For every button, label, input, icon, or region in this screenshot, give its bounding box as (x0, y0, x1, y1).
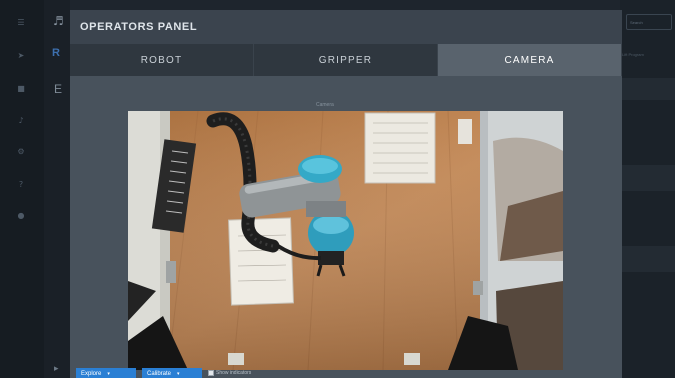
explore-button[interactable]: Explore ▾ (76, 368, 136, 378)
checkbox[interactable] (208, 370, 214, 376)
camera-feed (128, 111, 563, 370)
chevron-down-icon: ▾ (107, 371, 110, 377)
chevron-right-icon[interactable]: ▸ (54, 364, 64, 374)
calibrate-button[interactable]: Calibrate ▾ (142, 368, 202, 378)
panel-header: ♬ OPERATORS PANEL (53, 10, 622, 44)
arrow-icon[interactable]: ➤ (14, 50, 28, 60)
camera-caption: Camera (316, 102, 334, 108)
background-row (620, 246, 675, 272)
calibrate-button-label: Calibrate (147, 371, 172, 377)
app-window: ☰ ➤ ■ ♪ ⚙ ? ● R E ▸ Search Lift Program … (0, 0, 675, 378)
tab-bar: ROBOT GRIPPER CAMERA (70, 44, 622, 76)
background-row (620, 78, 675, 100)
show-indicators-toggle[interactable]: Show indicators (208, 368, 251, 378)
gear-icon[interactable]: ⚙ (14, 146, 28, 156)
checkbox-label: Show indicators (216, 370, 252, 376)
background-row (620, 165, 675, 191)
lock-icon[interactable]: ● (14, 210, 28, 220)
side-rail: ☰ ➤ ■ ♪ ⚙ ? ● (0, 0, 44, 378)
background-letter: R (52, 47, 60, 59)
search-input[interactable]: Search (626, 14, 672, 30)
tab-camera[interactable]: CAMERA (438, 44, 622, 76)
chevron-down-icon: ▾ (177, 371, 180, 377)
menu-icon[interactable]: ☰ (14, 17, 28, 27)
explore-button-label: Explore (81, 371, 102, 377)
operators-panel: ♬ OPERATORS PANEL ROBOT GRIPPER CAMERA C… (53, 10, 622, 378)
tab-robot[interactable]: ROBOT (70, 44, 254, 76)
background-label: Lift Program (622, 52, 644, 57)
panel-title: OPERATORS PANEL (80, 21, 198, 33)
panel-footer: Explore ▾ Calibrate ▾ Show indicators (70, 368, 622, 378)
background-letter: E (54, 82, 63, 96)
tab-gripper[interactable]: GRIPPER (254, 44, 438, 76)
help-icon[interactable]: ? (14, 179, 28, 189)
camera-image (128, 111, 563, 370)
app-logo-icon: ♬ (53, 14, 64, 28)
list-icon[interactable]: ■ (14, 83, 28, 93)
music-icon[interactable]: ♪ (14, 115, 28, 125)
